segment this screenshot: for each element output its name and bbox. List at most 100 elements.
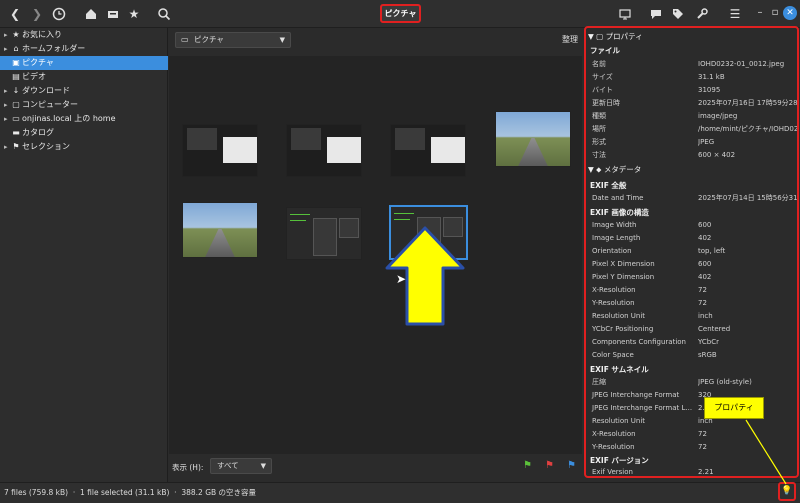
exif-general-title: EXIF 全般 [590, 181, 627, 190]
star-icon: ★ [12, 30, 20, 39]
thumbnail-4[interactable] [495, 111, 571, 167]
window-title: ピクチャ [380, 4, 421, 23]
tag-icon[interactable] [669, 5, 687, 23]
thumbnail-2[interactable] [286, 124, 362, 177]
property-row: 場所/home/mint/ピクチャ/IOHD023... [592, 125, 798, 133]
properties-panel: ▼ ▢ プロパティ ファイル 名前 IOHD0232-01_0012.jpeg サ… [584, 26, 799, 478]
thumbnail-6[interactable] [286, 207, 362, 260]
sidebar-item-network-home[interactable]: ▸ ▭ onjinas.local 上の home [0, 112, 168, 126]
property-row: サイズ 31.1 kB [592, 73, 725, 81]
property-row: 圧縮 JPEG (old-style) [592, 378, 752, 386]
history-icon[interactable] [50, 5, 68, 23]
chevron-down-icon: ▼ [279, 36, 285, 44]
properties-title: プロパティ [605, 32, 643, 41]
property-row: 寸法 600 × 402 [592, 151, 736, 159]
property-row: Orientation top, left [592, 247, 726, 255]
tag-icon: ⬥ [596, 165, 602, 174]
view-label: 表示 (H): [172, 463, 204, 472]
property-row: Components Configuration YCbCr [592, 338, 719, 346]
status-bar: 7 files (759.8 kB) · 1 file selected (31… [0, 482, 800, 503]
property-row: 更新日時 2025年07月16日 17時59分28秒 [592, 99, 798, 107]
properties-icon: ▢ [596, 32, 604, 41]
thumbnail-5[interactable] [182, 202, 258, 258]
property-row: YCbCr Positioning Centered [592, 325, 731, 333]
property-row: Color Space sRGB [592, 351, 717, 359]
network-drive-icon: ▭ [12, 114, 20, 123]
search-icon[interactable] [155, 5, 173, 23]
back-icon[interactable]: ❮ [6, 5, 24, 23]
flag-blue-icon[interactable]: ⚑ [567, 460, 576, 471]
metadata-group-header[interactable]: ▼ ⬥ メタデータ [588, 163, 641, 177]
location-dropdown[interactable]: ▭ ピクチャ ▼ [175, 32, 291, 48]
location-toolbar: ▭ ピクチャ ▼ 整理 [169, 28, 582, 56]
sidebar-item-label: お気に入り [22, 30, 62, 39]
maximize-icon[interactable]: ▫ [768, 6, 782, 20]
sidebar-item-label: カタログ [22, 128, 54, 137]
sort-button[interactable]: 整理 [562, 34, 578, 45]
property-row: Y-Resolution 72 [592, 299, 707, 307]
expander-icon[interactable]: ▸ [4, 112, 10, 126]
callout-pointer-line [745, 419, 787, 485]
drive-icon[interactable] [104, 5, 122, 23]
header-bar: ❮ ❯ ★ ピクチャ ☰ – ▫ ✕ [0, 0, 800, 28]
view-filter-dropdown[interactable]: すべて ▼ [210, 458, 272, 474]
properties-group-header[interactable]: ▼ ▢ プロパティ [588, 30, 643, 44]
status-text: 7 files (759.8 kB) · 1 file selected (31… [4, 488, 257, 497]
chevron-down-icon: ▼ [588, 165, 594, 174]
expander-icon[interactable]: ▸ [4, 28, 10, 42]
sidebar-item-label: セレクション [22, 142, 70, 151]
property-row: 名前 IOHD0232-01_0012.jpeg [592, 60, 785, 68]
slideshow-icon[interactable] [616, 5, 634, 23]
forward-icon[interactable]: ❯ [28, 5, 46, 23]
sidebar-item-downloads[interactable]: ▸ ↓ ダウンロード [0, 84, 168, 98]
download-icon: ↓ [12, 86, 20, 95]
flag-red-icon[interactable]: ⚑ [545, 460, 554, 471]
sidebar-item-label: ビデオ [22, 72, 46, 81]
thumbnail-grid [169, 56, 582, 454]
property-row: Pixel Y Dimension 402 [592, 273, 712, 281]
wrench-icon[interactable] [693, 5, 711, 23]
sidebar-item-label: ダウンロード [22, 86, 70, 95]
expander-icon[interactable]: ▸ [4, 140, 10, 154]
exif-structure-title: EXIF 画像の構造 [590, 208, 649, 217]
property-row: X-Resolution 72 [592, 286, 707, 294]
property-row: 形式 JPEG [592, 138, 715, 146]
catalog-icon: ▬ [12, 128, 20, 137]
chevron-down-icon: ▼ [260, 462, 266, 470]
menu-icon[interactable]: ☰ [726, 5, 744, 23]
chevron-down-icon: ▼ [588, 32, 594, 41]
sidebar-item-label: onjinas.local 上の home [22, 114, 116, 123]
sidebar-item-selections[interactable]: ▸ ⚑ セレクション [0, 140, 168, 154]
home-icon[interactable] [82, 5, 100, 23]
folder-icon: ▭ [181, 35, 189, 44]
thumbnail-3[interactable] [390, 124, 466, 177]
sidebar-item-computer[interactable]: ▸ ▢ コンピューター [0, 98, 168, 112]
comment-icon[interactable] [647, 5, 665, 23]
sidebar-item-favorites[interactable]: ▸ ★ お気に入り [0, 28, 168, 42]
star-icon[interactable]: ★ [125, 5, 143, 23]
expander-icon[interactable]: ▸ [4, 98, 10, 112]
properties-callout: プロパティ [704, 397, 764, 419]
sidebar-item-videos[interactable]: ▤ ビデオ [0, 70, 168, 84]
flag-icon: ⚑ [12, 142, 20, 151]
sidebar-item-label: ピクチャ [22, 58, 54, 67]
expander-icon[interactable]: ▸ [4, 84, 10, 98]
sidebar-item-label: ホームフォルダー [22, 44, 86, 53]
location-label: ピクチャ [194, 35, 224, 44]
sidebar-item-catalogs[interactable]: ▬ カタログ [0, 126, 168, 140]
browser-main: ▭ ピクチャ ▼ 整理 表示 (H): すべて ▼ ⚑ ⚑ ⚑ [169, 28, 582, 482]
view-filter-value: すべて [217, 461, 239, 470]
close-icon[interactable]: ✕ [783, 6, 797, 20]
camera-icon: ▣ [12, 58, 20, 67]
mouse-cursor-icon: ➤ [396, 272, 407, 286]
flag-green-icon[interactable]: ⚑ [523, 460, 532, 471]
minimize-icon[interactable]: – [753, 6, 767, 20]
view-filter-bar: 表示 (H): すべて ▼ ⚑ ⚑ ⚑ [169, 454, 582, 482]
property-row: バイト 31095 [592, 86, 721, 94]
sidebar-item-pictures[interactable]: ▣ ピクチャ [0, 56, 168, 70]
metadata-title: メタデータ [603, 165, 642, 174]
sidebar-item-home[interactable]: ▸ ⌂ ホームフォルダー [0, 42, 168, 56]
thumbnail-1[interactable] [182, 124, 258, 177]
computer-icon: ▢ [12, 100, 20, 109]
expander-icon[interactable]: ▸ [4, 42, 10, 56]
